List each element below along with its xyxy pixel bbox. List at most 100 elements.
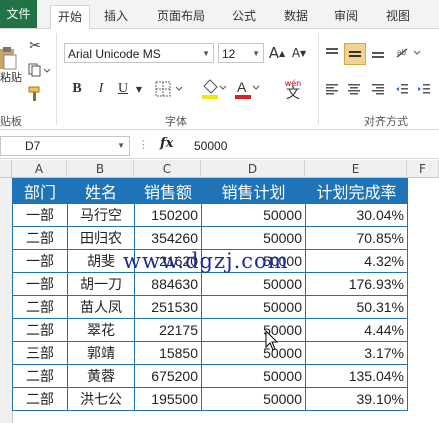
column-header-c[interactable]: C — [134, 160, 201, 178]
underline-dropdown[interactable]: ▼ — [134, 79, 144, 99]
cell-completion-rate[interactable]: 135.04% — [305, 364, 408, 388]
select-all-corner[interactable] — [0, 160, 12, 178]
tab-file[interactable]: 文件 — [0, 0, 37, 28]
formula-input[interactable]: 50000 — [194, 136, 227, 156]
fill-color-button[interactable] — [200, 77, 228, 101]
increase-indent-button[interactable] — [414, 79, 434, 99]
cell-department[interactable]: 二部 — [12, 387, 68, 411]
copy-button[interactable] — [26, 61, 52, 79]
cell-sales[interactable]: 354260 — [134, 226, 202, 250]
tab-formulas[interactable]: 公式 — [226, 5, 262, 27]
header-cell-name[interactable]: 姓名 — [67, 178, 135, 204]
italic-button[interactable]: I — [92, 79, 110, 99]
font-color-button[interactable]: A — [234, 77, 260, 101]
phonetic-guide-button[interactable]: wén 文 — [274, 75, 312, 103]
tab-home[interactable]: 开始 — [50, 5, 90, 30]
cell-sales[interactable]: 15850 — [134, 341, 202, 365]
cell-department[interactable]: 一部 — [12, 272, 68, 296]
cell-department[interactable]: 二部 — [12, 318, 68, 342]
column-header-f[interactable]: F — [407, 160, 439, 178]
name-box[interactable]: D7 ▼ — [0, 136, 130, 156]
cell-plan[interactable]: 50000 — [201, 272, 306, 296]
cell-completion-rate[interactable]: 50.31% — [305, 295, 408, 319]
header-cell-plan[interactable]: 销售计划 — [201, 178, 306, 204]
cell-completion-rate[interactable]: 3.17% — [305, 341, 408, 365]
column-header-e[interactable]: E — [305, 160, 407, 178]
decrease-indent-icon — [396, 84, 408, 94]
cell-plan[interactable]: 50000 — [201, 341, 306, 365]
cell-department[interactable]: 二部 — [12, 364, 68, 388]
cell-name[interactable]: 黄蓉 — [67, 364, 135, 388]
grow-font-button[interactable]: A ▲ — [268, 43, 286, 63]
cell-completion-rate[interactable]: 70.85% — [305, 226, 408, 250]
cell-completion-rate[interactable]: 39.10% — [305, 387, 408, 411]
tab-view[interactable]: 视图 — [382, 5, 414, 27]
borders-button[interactable] — [152, 79, 188, 99]
cell-plan[interactable]: 50000 — [201, 364, 306, 388]
align-left-button[interactable] — [322, 79, 342, 99]
tab-insert[interactable]: 插入 — [100, 5, 132, 27]
bold-button[interactable]: B — [68, 79, 86, 99]
column-header-d[interactable]: D — [201, 160, 305, 178]
decrease-indent-button[interactable] — [392, 79, 412, 99]
cell-department[interactable]: 二部 — [12, 295, 68, 319]
align-center-button[interactable] — [344, 79, 364, 99]
cell-department[interactable]: 一部 — [12, 203, 68, 227]
cell-plan[interactable]: 50000 — [201, 203, 306, 227]
fill-color-swatch — [202, 95, 218, 99]
cell-department[interactable]: 一部 — [12, 249, 68, 273]
cell-sales[interactable]: 195500 — [134, 387, 202, 411]
cell-name[interactable]: 郭靖 — [67, 341, 135, 365]
align-bottom-icon — [372, 52, 384, 58]
align-top-button[interactable] — [322, 43, 342, 63]
cell-plan[interactable]: 50000 — [201, 387, 306, 411]
tab-review[interactable]: 审阅 — [330, 5, 362, 27]
ribbon-tab-bar: 文件 开始 插入 页面布局 公式 数据 审阅 视图 — [0, 0, 439, 30]
cell-plan[interactable]: 50000 — [201, 295, 306, 319]
cell-department[interactable]: 三部 — [12, 341, 68, 365]
header-cell-sales[interactable]: 销售额 — [134, 178, 202, 204]
column-header-b[interactable]: B — [67, 160, 134, 178]
group-separator — [56, 33, 57, 125]
cut-button[interactable]: ✂ — [26, 37, 44, 55]
cell-name[interactable]: 马行空 — [67, 203, 135, 227]
cell-name[interactable]: 洪七公 — [67, 387, 135, 411]
shrink-font-button[interactable]: A ▼ — [290, 43, 308, 63]
cell-completion-rate[interactable]: 4.44% — [305, 318, 408, 342]
brush-icon — [28, 86, 40, 101]
cell-completion-rate[interactable]: 30.04% — [305, 203, 408, 227]
tab-page-layout[interactable]: 页面布局 — [150, 5, 212, 27]
cell-sales[interactable]: 22175 — [134, 318, 202, 342]
underline-button[interactable]: U — [114, 79, 132, 99]
cell-name[interactable]: 胡一刀 — [67, 272, 135, 296]
align-middle-button[interactable] — [344, 43, 366, 65]
table-header-row: 部门 姓名 销售额 销售计划 计划完成率 — [12, 178, 408, 204]
align-bottom-button[interactable] — [368, 43, 388, 63]
paste-label: 粘贴 — [0, 71, 22, 84]
font-size-combo[interactable]: 12 ▼ — [218, 43, 264, 63]
tab-data[interactable]: 数据 — [280, 5, 312, 27]
cell-completion-rate[interactable]: 176.93% — [305, 272, 408, 296]
header-cell-department[interactable]: 部门 — [12, 178, 68, 204]
cell-sales[interactable]: 150200 — [134, 203, 202, 227]
align-right-button[interactable] — [368, 79, 388, 99]
cell-plan[interactable]: 50000 — [201, 318, 306, 342]
table-row: 一部 胡一刀 884630 50000 176.93% — [12, 272, 408, 296]
cell-name[interactable]: 苗人凤 — [67, 295, 135, 319]
fx-icon[interactable]: fx — [160, 136, 173, 151]
cell-name[interactable]: 田归农 — [67, 226, 135, 250]
font-name-combo[interactable]: Arial Unicode MS ▼ — [64, 43, 214, 63]
cell-completion-rate[interactable]: 4.32% — [305, 249, 408, 273]
column-header-a[interactable]: A — [12, 160, 67, 178]
orientation-button[interactable]: ab — [394, 43, 424, 63]
cell-sales[interactable]: 251530 — [134, 295, 202, 319]
cell-sales[interactable]: 675200 — [134, 364, 202, 388]
header-cell-completion-rate[interactable]: 计划完成率 — [305, 178, 408, 204]
name-box-value: D7 — [25, 139, 41, 153]
cell-name[interactable]: 翠花 — [67, 318, 135, 342]
cell-sales[interactable]: 884630 — [134, 272, 202, 296]
cell-plan[interactable]: 50000 — [201, 226, 306, 250]
alignment-group-label: 对齐方式 — [364, 115, 408, 128]
cell-department[interactable]: 二部 — [12, 226, 68, 250]
format-painter-button[interactable] — [26, 85, 44, 103]
